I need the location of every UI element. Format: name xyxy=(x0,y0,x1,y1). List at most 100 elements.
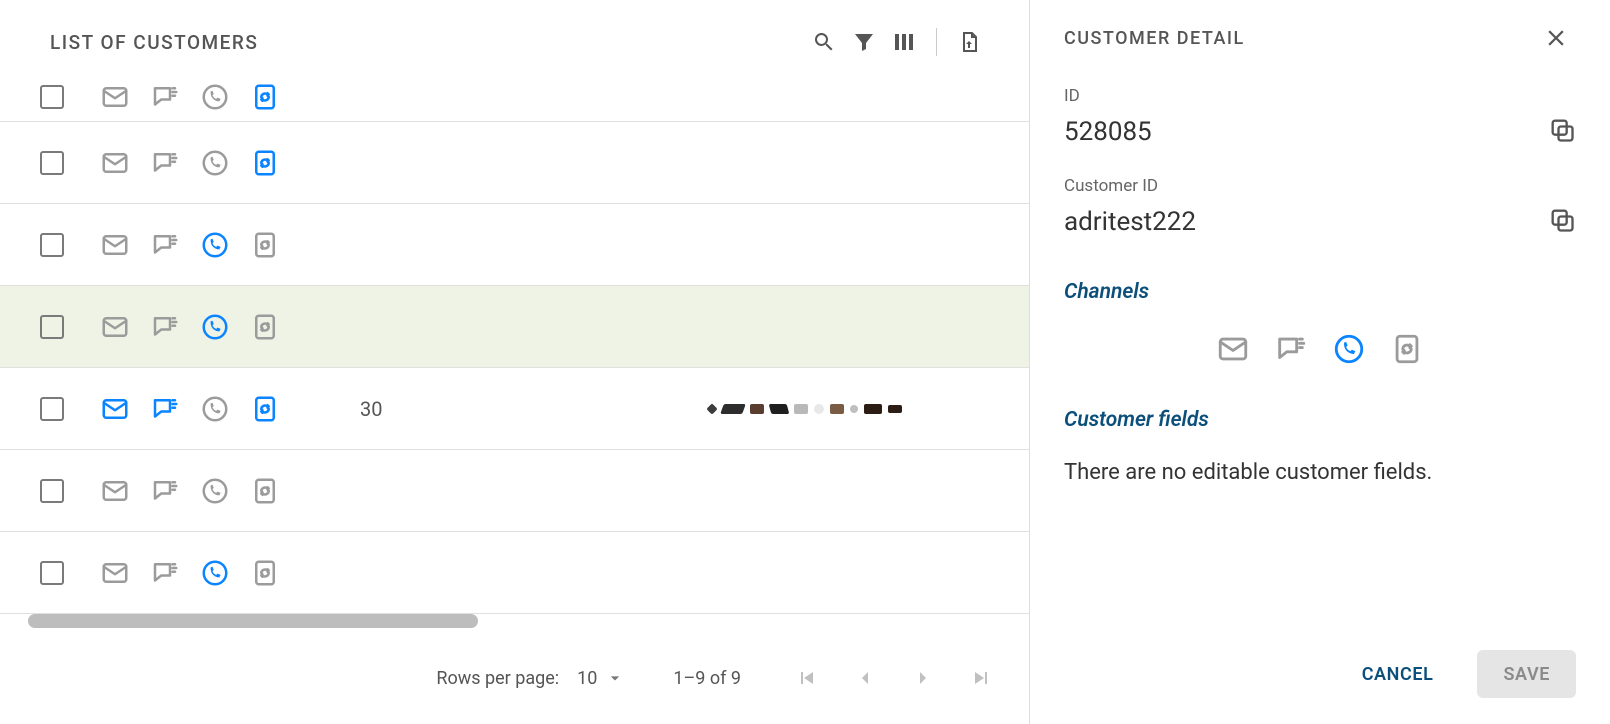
mail-icon xyxy=(100,230,130,260)
device-sync-icon[interactable] xyxy=(1390,332,1424,366)
customer-detail-panel: CUSTOMER DETAIL ID 528085 Customer ID ad… xyxy=(1030,0,1610,724)
customer-id-field: Customer ID adritest222 xyxy=(1064,176,1576,238)
chat-icon xyxy=(150,558,180,588)
copy-customer-id-icon[interactable] xyxy=(1548,206,1576,238)
device-sync-icon xyxy=(250,230,280,260)
channels-row xyxy=(1064,332,1576,366)
chat-icon xyxy=(150,476,180,506)
page-nav xyxy=(789,660,999,696)
table-row[interactable]: 30 xyxy=(0,368,1029,450)
toolbar-separator xyxy=(936,28,937,56)
row-value: 30 xyxy=(360,397,580,421)
page-range: 1–9 of 9 xyxy=(673,668,741,689)
scrollbar-thumb[interactable] xyxy=(28,614,478,628)
table-row[interactable] xyxy=(0,532,1029,614)
customer-id-value: adritest222 xyxy=(1064,207,1196,237)
obscured-data xyxy=(580,404,1029,414)
rows-per-page-label: Rows per page: xyxy=(436,668,559,689)
detail-title: CUSTOMER DETAIL xyxy=(1064,28,1245,49)
chat-icon xyxy=(150,312,180,342)
channels-heading: Channels xyxy=(1064,280,1576,304)
whatsapp-icon xyxy=(200,312,230,342)
row-checkbox-cell xyxy=(40,315,100,339)
table-row[interactable] xyxy=(0,72,1029,122)
no-fields-message: There are no editable customer fields. xyxy=(1064,460,1576,485)
row-checkbox[interactable] xyxy=(40,85,64,109)
mail-icon[interactable] xyxy=(1216,332,1250,366)
first-page-icon[interactable] xyxy=(789,660,825,696)
row-channels xyxy=(100,476,360,506)
whatsapp-icon xyxy=(200,82,230,112)
mail-icon xyxy=(100,558,130,588)
filter-icon[interactable] xyxy=(844,22,884,62)
row-checkbox-cell xyxy=(40,233,100,257)
last-page-icon[interactable] xyxy=(963,660,999,696)
prev-page-icon[interactable] xyxy=(847,660,883,696)
rows-per-page-select[interactable]: 10 xyxy=(577,668,625,689)
whatsapp-icon xyxy=(200,476,230,506)
copy-id-icon[interactable] xyxy=(1548,116,1576,148)
table-row[interactable] xyxy=(0,204,1029,286)
row-checkbox[interactable] xyxy=(40,479,64,503)
whatsapp-icon[interactable] xyxy=(1332,332,1366,366)
row-checkbox[interactable] xyxy=(40,151,64,175)
columns-icon[interactable] xyxy=(884,22,924,62)
row-channels xyxy=(100,312,360,342)
device-sync-icon xyxy=(250,476,280,506)
whatsapp-icon xyxy=(200,230,230,260)
save-button[interactable]: SAVE xyxy=(1477,650,1576,698)
table-row[interactable] xyxy=(0,122,1029,204)
toolbar xyxy=(804,22,989,62)
whatsapp-icon xyxy=(200,558,230,588)
mail-icon xyxy=(100,394,130,424)
device-sync-icon xyxy=(250,82,280,112)
customer-id-label: Customer ID xyxy=(1064,176,1576,196)
dropdown-icon xyxy=(605,668,625,688)
device-sync-icon xyxy=(250,148,280,178)
close-icon[interactable] xyxy=(1536,18,1576,58)
row-channels xyxy=(100,230,360,260)
customer-list-panel: LIST OF CUSTOMERS xyxy=(0,0,1030,724)
table-row[interactable] xyxy=(0,450,1029,532)
upload-file-icon[interactable] xyxy=(949,22,989,62)
chat-icon[interactable] xyxy=(1274,332,1308,366)
detail-header: CUSTOMER DETAIL xyxy=(1064,18,1576,58)
row-checkbox-cell xyxy=(40,479,100,503)
row-checkbox[interactable] xyxy=(40,233,64,257)
device-sync-icon xyxy=(250,558,280,588)
row-checkbox[interactable] xyxy=(40,397,64,421)
rows-per-page-value: 10 xyxy=(577,668,597,689)
pagination: Rows per page: 10 1–9 of 9 xyxy=(0,632,1029,724)
device-sync-icon xyxy=(250,394,280,424)
row-channels xyxy=(100,558,360,588)
whatsapp-icon xyxy=(200,148,230,178)
chat-icon xyxy=(150,230,180,260)
row-checkbox[interactable] xyxy=(40,561,64,585)
id-label: ID xyxy=(1064,86,1576,106)
row-checkbox-cell xyxy=(40,151,100,175)
next-page-icon[interactable] xyxy=(905,660,941,696)
cancel-button[interactable]: CANCEL xyxy=(1336,650,1460,698)
rows-per-page: Rows per page: 10 xyxy=(436,668,625,689)
whatsapp-icon xyxy=(200,394,230,424)
row-channels xyxy=(100,394,360,424)
list-header: LIST OF CUSTOMERS xyxy=(0,0,1029,72)
mail-icon xyxy=(100,312,130,342)
mail-icon xyxy=(100,476,130,506)
chat-icon xyxy=(150,82,180,112)
id-field: ID 528085 xyxy=(1064,86,1576,148)
device-sync-icon xyxy=(250,312,280,342)
list-title: LIST OF CUSTOMERS xyxy=(50,31,258,54)
search-icon[interactable] xyxy=(804,22,844,62)
row-checkbox-cell xyxy=(40,561,100,585)
table-row[interactable] xyxy=(0,286,1029,368)
customer-table: 30 xyxy=(0,72,1029,632)
horizontal-scrollbar[interactable] xyxy=(28,614,1001,628)
row-checkbox-cell xyxy=(40,85,100,109)
id-value: 528085 xyxy=(1064,117,1152,147)
chat-icon xyxy=(150,148,180,178)
row-channels xyxy=(100,148,360,178)
customer-fields-heading: Customer fields xyxy=(1064,408,1576,432)
row-checkbox[interactable] xyxy=(40,315,64,339)
detail-actions: CANCEL SAVE xyxy=(1336,650,1576,698)
